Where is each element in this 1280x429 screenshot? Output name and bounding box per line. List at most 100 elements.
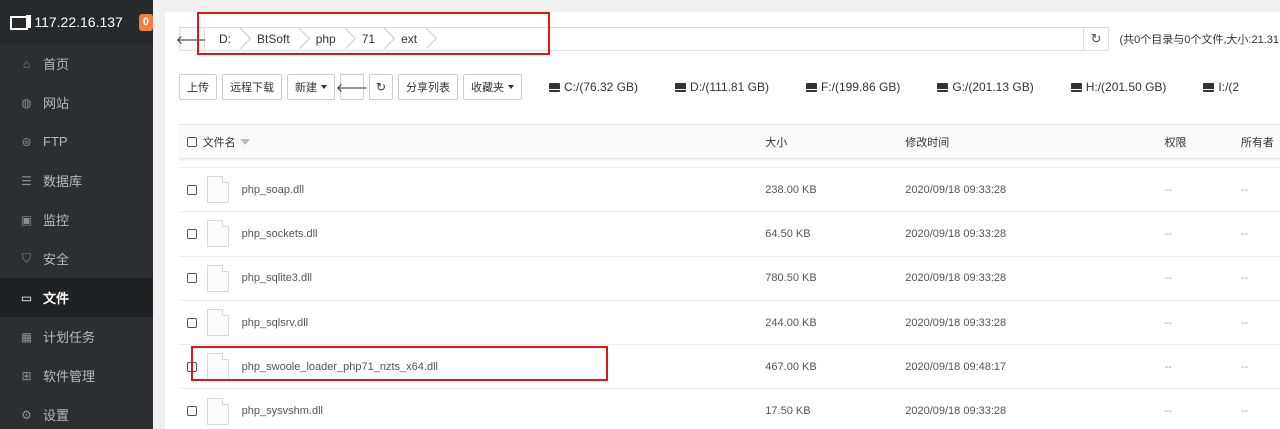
file-owner: -- [1240,405,1249,418]
file-modified-time: 2020/09/18 09:33:28 [905,227,1007,240]
sidebar-item-label: 网站 [43,96,70,111]
database-icon: ☰ [21,173,32,188]
file-size: 238.00 KB [765,183,817,196]
sidebar-item-label: FTP [43,134,68,149]
file-icon [206,309,229,337]
sidebar-item-1[interactable]: ◍ 网站 [0,83,153,122]
file-owner: -- [1240,183,1249,196]
refresh-icon: ↻ [1090,31,1102,46]
hard-drive-icon [1070,82,1082,92]
table-row-partial [179,159,1280,168]
file-icon [206,353,229,381]
share-list-button[interactable]: 分享列表 [398,74,458,100]
file-permission: -- [1164,183,1172,196]
table-row[interactable]: php_soap.dll 238.00 KB 2020/09/18 09:33:28… [179,168,1280,213]
disk-item[interactable]: D:/(111.81 GB) [675,80,769,94]
remote-download-button[interactable]: 远程下载 [222,74,282,100]
file-icon [206,176,229,204]
upload-button[interactable]: 上传 [179,74,217,100]
new-dropdown-button[interactable]: 新建 [287,74,335,100]
sidebar-item-label: 文件 [43,291,70,306]
notification-badge[interactable]: 0 [138,13,153,31]
sidebar-item-8[interactable]: ⊞ 软件管理 [0,356,153,395]
row-checkbox[interactable] [187,361,197,372]
row-checkbox[interactable] [187,184,197,195]
sidebar-item-9[interactable]: ⚙ 设置 [0,395,153,429]
disk-label: I:/(2 [1218,80,1240,94]
sidebar-item-3[interactable]: ☰ 数据库 [0,161,153,200]
file-icon [206,220,229,248]
row-checkbox[interactable] [187,317,197,328]
file-size: 17.50 KB [765,405,811,418]
file-size: 64.50 KB [765,227,811,240]
refresh-path-button[interactable]: ↻ [1083,27,1110,51]
row-checkbox[interactable] [187,228,197,239]
server-ip: 117.22.16.137 [34,14,123,30]
row-checkbox[interactable] [187,273,197,284]
header-name[interactable]: 文件名 [203,134,236,150]
disk-item[interactable]: F:/(199.86 GB) [805,80,901,94]
sidebar-item-7[interactable]: ▦ 计划任务 [0,317,153,356]
table-row[interactable]: php_sqlsrv.dll 244.00 KB 2020/09/18 09:33:… [179,301,1280,346]
hard-drive-icon [549,82,560,92]
file-name[interactable]: php_sockets.dll [242,228,318,240]
disk-item[interactable]: G:/(201.13 GB) [937,80,1034,94]
favorites-dropdown-button[interactable]: 收藏夹 [463,74,522,100]
go-back-button[interactable]: 🡐 [336,74,368,100]
sort-caret-icon[interactable] [239,138,250,145]
disk-label: C:/(76.32 GB) [564,80,639,94]
file-modified-time: 2020/09/18 09:33:28 [905,405,1007,418]
header-owner[interactable]: 所有者 [1241,137,1274,149]
disk-item[interactable]: I:/(2 [1203,80,1239,94]
table-row[interactable]: php_swoole_loader_php71_nzts_x64.dll 467.… [179,345,1280,390]
breadcrumb-item[interactable]: D: [205,28,243,50]
sidebar-item-label: 软件管理 [43,369,96,384]
file-manager-panel: 🡐 D: BtSoft php 71 ext ↻ (共0个目录与0个文件,大小:21.3… [165,12,1280,429]
file-owner: -- [1240,316,1249,329]
path-bar: 🡐 D: BtSoft php 71 ext ↻ (共0个目录与0个文件,大小:21.3… [175,27,1279,51]
back-button[interactable]: 🡐 [175,27,209,51]
refresh-button[interactable]: ↻ [369,74,393,100]
file-name[interactable]: php_sqlsrv.dll [242,317,308,329]
home-icon: ⌂ [22,56,31,71]
disk-item[interactable]: C:/(76.32 GB) [549,80,638,94]
server-monitor-icon [10,15,32,30]
file-modified-time: 2020/09/18 09:48:17 [905,360,1007,373]
arrow-left-icon: 🡐 [175,32,209,47]
table-row[interactable]: php_sqlite3.dll 780.50 KB 2020/09/18 09:33… [179,257,1280,301]
file-size: 467.00 KB [765,360,817,373]
file-modified-time: 2020/09/18 09:33:28 [905,272,1007,285]
header-permission[interactable]: 权限 [1165,137,1187,149]
favorites-label: 收藏夹 [471,82,504,94]
table-header: 文件名 大小 修改时间 权限 所有者 [179,124,1280,159]
file-name[interactable]: php_sysvshm.dll [242,405,323,417]
sidebar-item-6[interactable]: ▭ 文件 [0,278,153,317]
apps-icon: ⊞ [21,368,32,383]
sidebar-item-0[interactable]: ⌂ 首页 [0,44,153,83]
gear-icon: ⚙ [21,407,32,422]
header-time[interactable]: 修改时间 [905,137,949,149]
select-all-checkbox[interactable] [187,136,197,147]
row-checkbox[interactable] [187,406,197,417]
file-name[interactable]: php_swoole_loader_php71_nzts_x64.dll [242,361,438,373]
disk-item[interactable]: H:/(201.50 GB) [1070,80,1166,94]
breadcrumb[interactable]: D: BtSoft php 71 ext [205,27,1084,51]
directory-info: (共0个目录与0个文件,大小:21.31 [1119,34,1279,46]
disk-label: F:/(199.86 GB) [820,80,901,94]
file-name[interactable]: php_sqlite3.dll [242,272,312,284]
table-row[interactable]: php_sysvshm.dll 17.50 KB 2020/09/18 09:33:… [179,389,1280,429]
header-size[interactable]: 大小 [765,137,787,149]
sidebar-item-4[interactable]: ▣ 监控 [0,200,153,239]
new-label: 新建 [295,82,317,94]
breadcrumb-label: ext [401,32,418,46]
sidebar-item-5[interactable]: ⛉ 安全 [0,239,153,278]
breadcrumb-item[interactable]: BtSoft [243,28,302,50]
server-header[interactable]: 117.22.16.137 0 [0,0,153,44]
table-row[interactable]: php_sockets.dll 64.50 KB 2020/09/18 09:33:… [179,212,1280,257]
file-name[interactable]: php_soap.dll [242,184,304,196]
folder-icon: ▭ [20,290,33,305]
file-permission: -- [1164,227,1172,240]
sidebar-item-label: 首页 [43,57,70,72]
breadcrumb-label: 71 [361,32,376,46]
sidebar-item-2[interactable]: ⊜ FTP [0,122,153,161]
